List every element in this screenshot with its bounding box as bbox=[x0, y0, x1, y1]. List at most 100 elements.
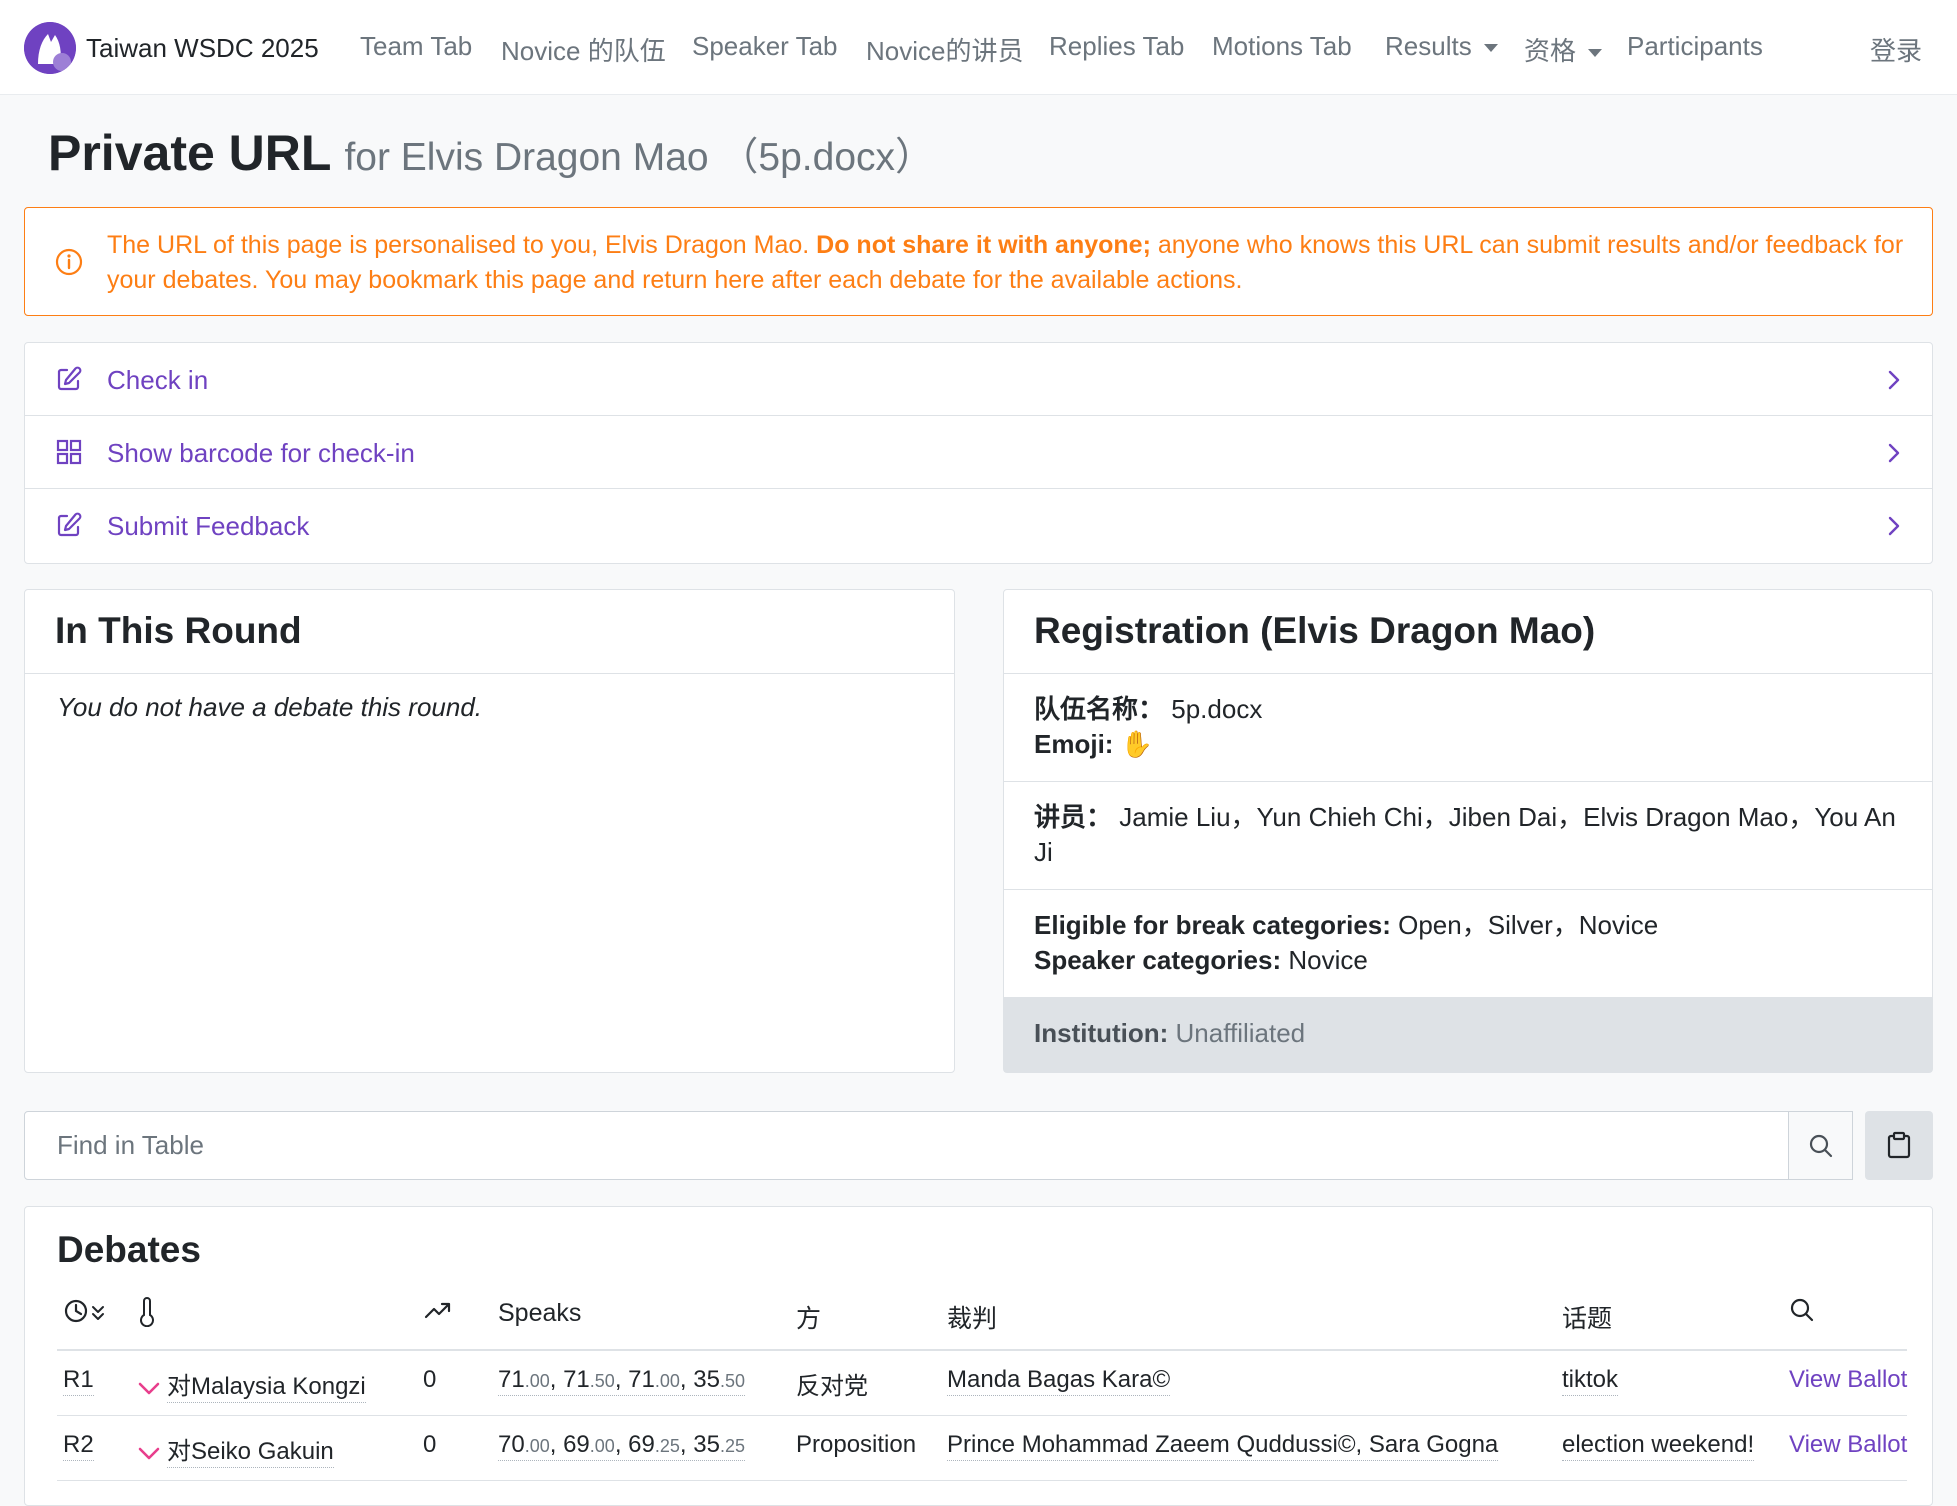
in-this-round-title: In This Round bbox=[25, 590, 954, 674]
motion-header[interactable]: 话题 bbox=[1562, 1299, 1612, 1335]
round-sort-header[interactable] bbox=[63, 1297, 109, 1334]
loss-chevron-icon bbox=[138, 1382, 160, 1394]
brand[interactable]: Taiwan WSDC 2025 bbox=[24, 22, 319, 74]
chevron-right-icon bbox=[1888, 370, 1900, 390]
trend-icon bbox=[424, 1302, 451, 1319]
login-link[interactable]: 登录 bbox=[1870, 31, 1922, 68]
institution-value: Unaffiliated bbox=[1175, 1018, 1306, 1048]
table-row-speaks: 70.00, 69.00, 69.25, 35.25 bbox=[498, 1431, 745, 1461]
registration-card: Registration (Elvis Dragon Mao) 队伍名称： 5p… bbox=[1003, 589, 1933, 1073]
copy-table-button[interactable] bbox=[1865, 1111, 1933, 1180]
nav-participants[interactable]: Participants bbox=[1627, 31, 1763, 62]
action-list: Check in Show barcode for check-in Submi… bbox=[24, 342, 1933, 564]
table-row-points: 0 bbox=[423, 1431, 437, 1458]
break-categories-label: Eligible for break categories: bbox=[1034, 910, 1391, 940]
table-search-input[interactable] bbox=[25, 1112, 1788, 1179]
row-divider bbox=[57, 1415, 1907, 1416]
table-row-side: Proposition bbox=[796, 1431, 917, 1458]
nav-novice-speakers[interactable]: Novice的讲员 bbox=[866, 31, 1023, 68]
result-header[interactable] bbox=[137, 1297, 157, 1334]
team-name-label: 队伍名称： bbox=[1034, 694, 1165, 724]
page-title-subtitle: for Elvis Dragon Mao （5p.docx） bbox=[344, 136, 935, 179]
nav-results-label: Results bbox=[1385, 31, 1472, 61]
tabbycat-logo-icon bbox=[24, 22, 76, 74]
ballot-header[interactable] bbox=[1789, 1297, 1815, 1330]
page-title-main: Private URL bbox=[48, 125, 331, 181]
private-url-warning: The URL of this page is personalised to … bbox=[24, 207, 1933, 316]
table-row-side: 反对党 bbox=[796, 1373, 868, 1400]
table-row-adjudicators[interactable]: Manda Bagas Kara© bbox=[947, 1366, 1171, 1396]
side-header[interactable]: 方 bbox=[796, 1299, 821, 1335]
institution-section: Institution: Unaffiliated bbox=[1004, 998, 1932, 1072]
registration-title: Registration (Elvis Dragon Mao) bbox=[1004, 590, 1932, 674]
caret-down-icon bbox=[1588, 49, 1603, 58]
top-navbar: Taiwan WSDC 2025 Team Tab Novice 的队伍 Spe… bbox=[0, 0, 1957, 95]
clock-sort-icon bbox=[64, 1299, 104, 1323]
adjudicators-header[interactable]: 裁判 bbox=[947, 1299, 997, 1335]
table-row-opponent[interactable]: 对Malaysia Kongzi bbox=[137, 1366, 366, 1403]
in-this-round-card: In This Round You do not have a debate t… bbox=[24, 589, 955, 1073]
edit-icon bbox=[57, 512, 82, 537]
submit-feedback-action[interactable]: Submit Feedback bbox=[25, 489, 1932, 562]
emoji-value: ✋ bbox=[1120, 729, 1154, 759]
nav-motions-tab[interactable]: Motions Tab bbox=[1212, 31, 1352, 62]
speakers-label: 讲员： bbox=[1034, 802, 1113, 832]
team-section: 队伍名称： 5p.docx Emoji: ✋ bbox=[1004, 674, 1932, 782]
thermometer-icon bbox=[140, 1297, 154, 1328]
check-in-label: Check in bbox=[107, 365, 209, 395]
view-ballot-link[interactable]: View Ballot bbox=[1789, 1366, 1907, 1394]
view-ballot-link[interactable]: View Ballot bbox=[1789, 1431, 1907, 1459]
nav-eligibility-dropdown[interactable]: 资格 bbox=[1524, 31, 1603, 68]
table-row-opponent[interactable]: 对Seiko Gakuin bbox=[137, 1431, 334, 1468]
nav-speaker-tab[interactable]: Speaker Tab bbox=[692, 31, 838, 62]
table-row-adjudicators[interactable]: Prince Mohammad Zaeem Quddussi©, Sara Go… bbox=[947, 1431, 1499, 1461]
show-barcode-label: Show barcode for check-in bbox=[107, 438, 415, 468]
brand-name: Taiwan WSDC 2025 bbox=[86, 32, 319, 63]
warning-text: The URL of this page is personalised to … bbox=[107, 228, 1907, 298]
nav-results-dropdown[interactable]: Results bbox=[1385, 31, 1498, 62]
check-in-action[interactable]: Check in bbox=[25, 343, 1932, 416]
chevron-right-icon bbox=[1888, 443, 1900, 463]
table-row-motion[interactable]: election weekend! bbox=[1562, 1431, 1755, 1461]
caret-down-icon bbox=[1483, 44, 1498, 53]
speakers-section: 讲员： Jamie Liu，Yun Chieh Chi，Jiben Dai，El… bbox=[1004, 782, 1932, 890]
warning-text-bold: Do not share it with anyone; bbox=[816, 231, 1151, 259]
institution-label: Institution: bbox=[1034, 1018, 1169, 1048]
speakers-value: Jamie Liu，Yun Chieh Chi，Jiben Dai，Elvis … bbox=[1034, 802, 1896, 867]
show-barcode-action[interactable]: Show barcode for check-in bbox=[25, 416, 1932, 489]
page-title: Private URL for Elvis Dragon Mao （5p.doc… bbox=[48, 124, 934, 182]
debates-title: Debates bbox=[57, 1229, 201, 1270]
no-debate-message: You do not have a debate this round. bbox=[57, 692, 483, 722]
grid-icon bbox=[56, 439, 82, 465]
search-icon bbox=[1809, 1134, 1833, 1158]
table-row-round: R1 bbox=[63, 1366, 94, 1396]
search-button[interactable] bbox=[1788, 1112, 1852, 1179]
table-search-group bbox=[24, 1111, 1853, 1180]
speaker-categories-label: Speaker categories: bbox=[1034, 945, 1282, 975]
table-row-speaks: 71.00, 71.50, 71.00, 35.50 bbox=[498, 1366, 745, 1396]
info-icon bbox=[55, 248, 83, 276]
table-row-round: R2 bbox=[63, 1431, 94, 1461]
categories-section: Eligible for break categories: Open，Silv… bbox=[1004, 890, 1932, 998]
nav-replies-tab[interactable]: Replies Tab bbox=[1049, 31, 1184, 62]
loss-chevron-icon bbox=[138, 1447, 160, 1459]
points-header[interactable] bbox=[423, 1297, 453, 1334]
break-categories-value: Open，Silver，Novice bbox=[1398, 910, 1659, 940]
nav-novice-teams[interactable]: Novice 的队伍 bbox=[501, 31, 666, 68]
nav-eligibility-label: 资格 bbox=[1524, 36, 1577, 66]
chevron-right-icon bbox=[1888, 516, 1900, 536]
header-divider bbox=[57, 1349, 1907, 1351]
search-icon bbox=[1790, 1298, 1814, 1322]
team-name-value: 5p.docx bbox=[1171, 694, 1263, 724]
nav-team-tab[interactable]: Team Tab bbox=[360, 31, 472, 62]
speaker-categories-value: Novice bbox=[1288, 945, 1368, 975]
clipboard-icon bbox=[1887, 1131, 1911, 1159]
row-divider bbox=[57, 1480, 1907, 1481]
emoji-label: Emoji: bbox=[1034, 729, 1114, 759]
table-row-motion[interactable]: tiktok bbox=[1562, 1366, 1619, 1396]
edit-icon bbox=[57, 366, 82, 391]
speaks-header[interactable]: Speaks bbox=[498, 1299, 581, 1328]
debates-card: Debates Speaks 方 裁判 话题 R1 对Malaysia Kong… bbox=[24, 1206, 1933, 1506]
table-row-points: 0 bbox=[423, 1366, 437, 1393]
warning-text-part1: The URL of this page is personalised to … bbox=[107, 231, 817, 259]
